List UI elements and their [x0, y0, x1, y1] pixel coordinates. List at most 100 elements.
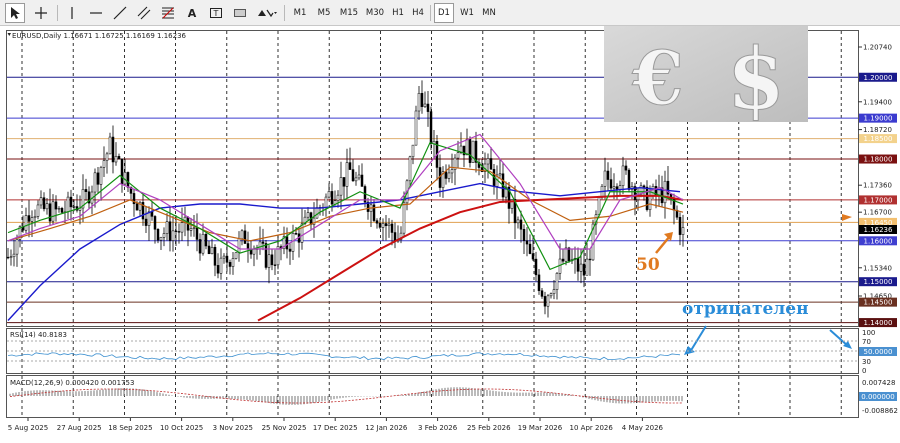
crosshair-icon[interactable] — [31, 3, 51, 23]
rsi-tick-0: 0 — [862, 367, 866, 375]
candle-body — [105, 153, 109, 161]
candle-body — [225, 255, 229, 263]
timeframe-m1[interactable]: M1 — [289, 3, 311, 23]
level-tag-label: 1.18000 — [864, 156, 893, 164]
candle-body — [201, 233, 205, 254]
candle-body — [45, 203, 49, 210]
macd-header: MACD(12,26,9) 0.000420 0.001753 — [10, 379, 134, 387]
candle-body — [51, 201, 55, 222]
euro-symbol: € — [631, 36, 684, 122]
candle-body — [180, 222, 184, 233]
price-axis: 1.20740 1.19400 1.18720 1.17360 1.16700 1.153… — [858, 44, 892, 301]
timeframe-d1[interactable]: D1 — [434, 3, 454, 23]
level-tag-label: 1.20000 — [864, 74, 893, 82]
candle-body — [36, 204, 40, 217]
candle-body — [144, 218, 148, 226]
candle-body — [549, 293, 553, 297]
candle-body — [60, 208, 64, 213]
level-tag-label: 1.14000 — [864, 319, 893, 327]
candle-body — [390, 223, 394, 233]
candle-body — [585, 258, 589, 276]
rsi-tick-30: 30 — [862, 358, 871, 366]
candle-body — [375, 220, 379, 224]
svg-text:T: T — [213, 9, 219, 18]
date-label: 3 Feb 2026 — [418, 424, 458, 432]
shapes-icon[interactable] — [254, 3, 280, 23]
candle-body — [48, 203, 52, 222]
candle-body — [102, 160, 106, 168]
price-tick-label: 1.16700 — [863, 209, 892, 217]
candle-body — [168, 221, 172, 241]
candle-body — [210, 246, 214, 255]
fibonacci-icon[interactable] — [158, 3, 178, 23]
candle-body — [195, 227, 199, 240]
candle-body — [468, 139, 472, 163]
candle-body — [417, 93, 421, 112]
candle-body — [33, 216, 37, 218]
rectangle-icon[interactable] — [230, 3, 250, 23]
candle-body — [126, 172, 130, 188]
candle-body — [606, 170, 610, 180]
text-icon[interactable]: A — [182, 3, 202, 23]
cursor-icon[interactable] — [5, 3, 25, 23]
timeframe-m15[interactable]: M15 — [336, 3, 362, 23]
timeframe-w1[interactable]: W1 — [456, 3, 478, 23]
candle-body — [84, 189, 88, 192]
candle-body — [582, 263, 586, 276]
candle-body — [117, 156, 121, 160]
timeframe-h4[interactable]: H4 — [408, 3, 428, 23]
candle-body — [408, 156, 412, 182]
rsi-tick-70: 70 — [862, 338, 871, 346]
candle-body — [411, 144, 415, 158]
candle-body — [360, 174, 364, 187]
candle-body — [642, 185, 646, 188]
timeframe-h1[interactable]: H1 — [388, 3, 408, 23]
candle-body — [27, 215, 31, 222]
trendline-icon[interactable] — [110, 3, 130, 23]
timeframe-m30[interactable]: M30 — [362, 3, 388, 23]
toolbar-separator — [284, 5, 285, 21]
price-tick-label: 1.20740 — [863, 44, 892, 52]
candle-body — [624, 165, 628, 171]
candle-body — [174, 230, 178, 232]
candle-body — [177, 231, 181, 233]
rsi-header: RSI(14) 40.8183 — [10, 331, 67, 339]
candle-body — [273, 264, 277, 266]
horizontal-line-icon[interactable] — [86, 3, 106, 23]
current-price-label: 1.16236 — [864, 226, 893, 234]
date-label: 3 Nov 2025 — [213, 424, 253, 432]
timeframe-m5[interactable]: M5 — [313, 3, 335, 23]
toolbar-separator — [430, 5, 431, 21]
candle-body — [348, 162, 352, 170]
candle-body — [219, 257, 223, 274]
candle-body — [450, 169, 454, 174]
candle-body — [171, 230, 175, 241]
candle-body — [609, 179, 613, 189]
price-tick-label: 1.19400 — [863, 98, 892, 106]
candle-body — [543, 296, 547, 307]
candle-body — [264, 243, 268, 268]
candle-body — [588, 258, 592, 261]
candle-body — [546, 295, 550, 307]
level-tag-label: 1.18500 — [864, 135, 893, 143]
candle-body — [135, 203, 139, 211]
level-tag-label: 1.15000 — [864, 278, 893, 286]
price-tick-label: 1.17360 — [863, 182, 892, 190]
date-label: 27 Aug 2025 — [57, 424, 102, 432]
candle-body — [288, 248, 292, 252]
vertical-line-icon[interactable] — [62, 3, 82, 23]
chart-window[interactable]: EURUSD,Daily 1.16671 1.16725 1.16169 1.1… — [0, 26, 900, 439]
level-tag-label: 1.17000 — [864, 196, 893, 204]
label-icon[interactable]: T — [206, 3, 226, 23]
candle-body — [342, 177, 346, 187]
candle-body — [471, 140, 475, 163]
candle-body — [261, 241, 265, 244]
candle-body — [621, 165, 625, 186]
date-label: 25 Nov 2025 — [262, 424, 307, 432]
date-label: 25 Feb 2026 — [467, 424, 511, 432]
candle-body — [354, 177, 358, 182]
candle-body — [231, 258, 235, 267]
annotation-50: 50 — [636, 255, 660, 275]
channel-icon[interactable] — [134, 3, 154, 23]
timeframe-mn[interactable]: MN — [478, 3, 500, 23]
